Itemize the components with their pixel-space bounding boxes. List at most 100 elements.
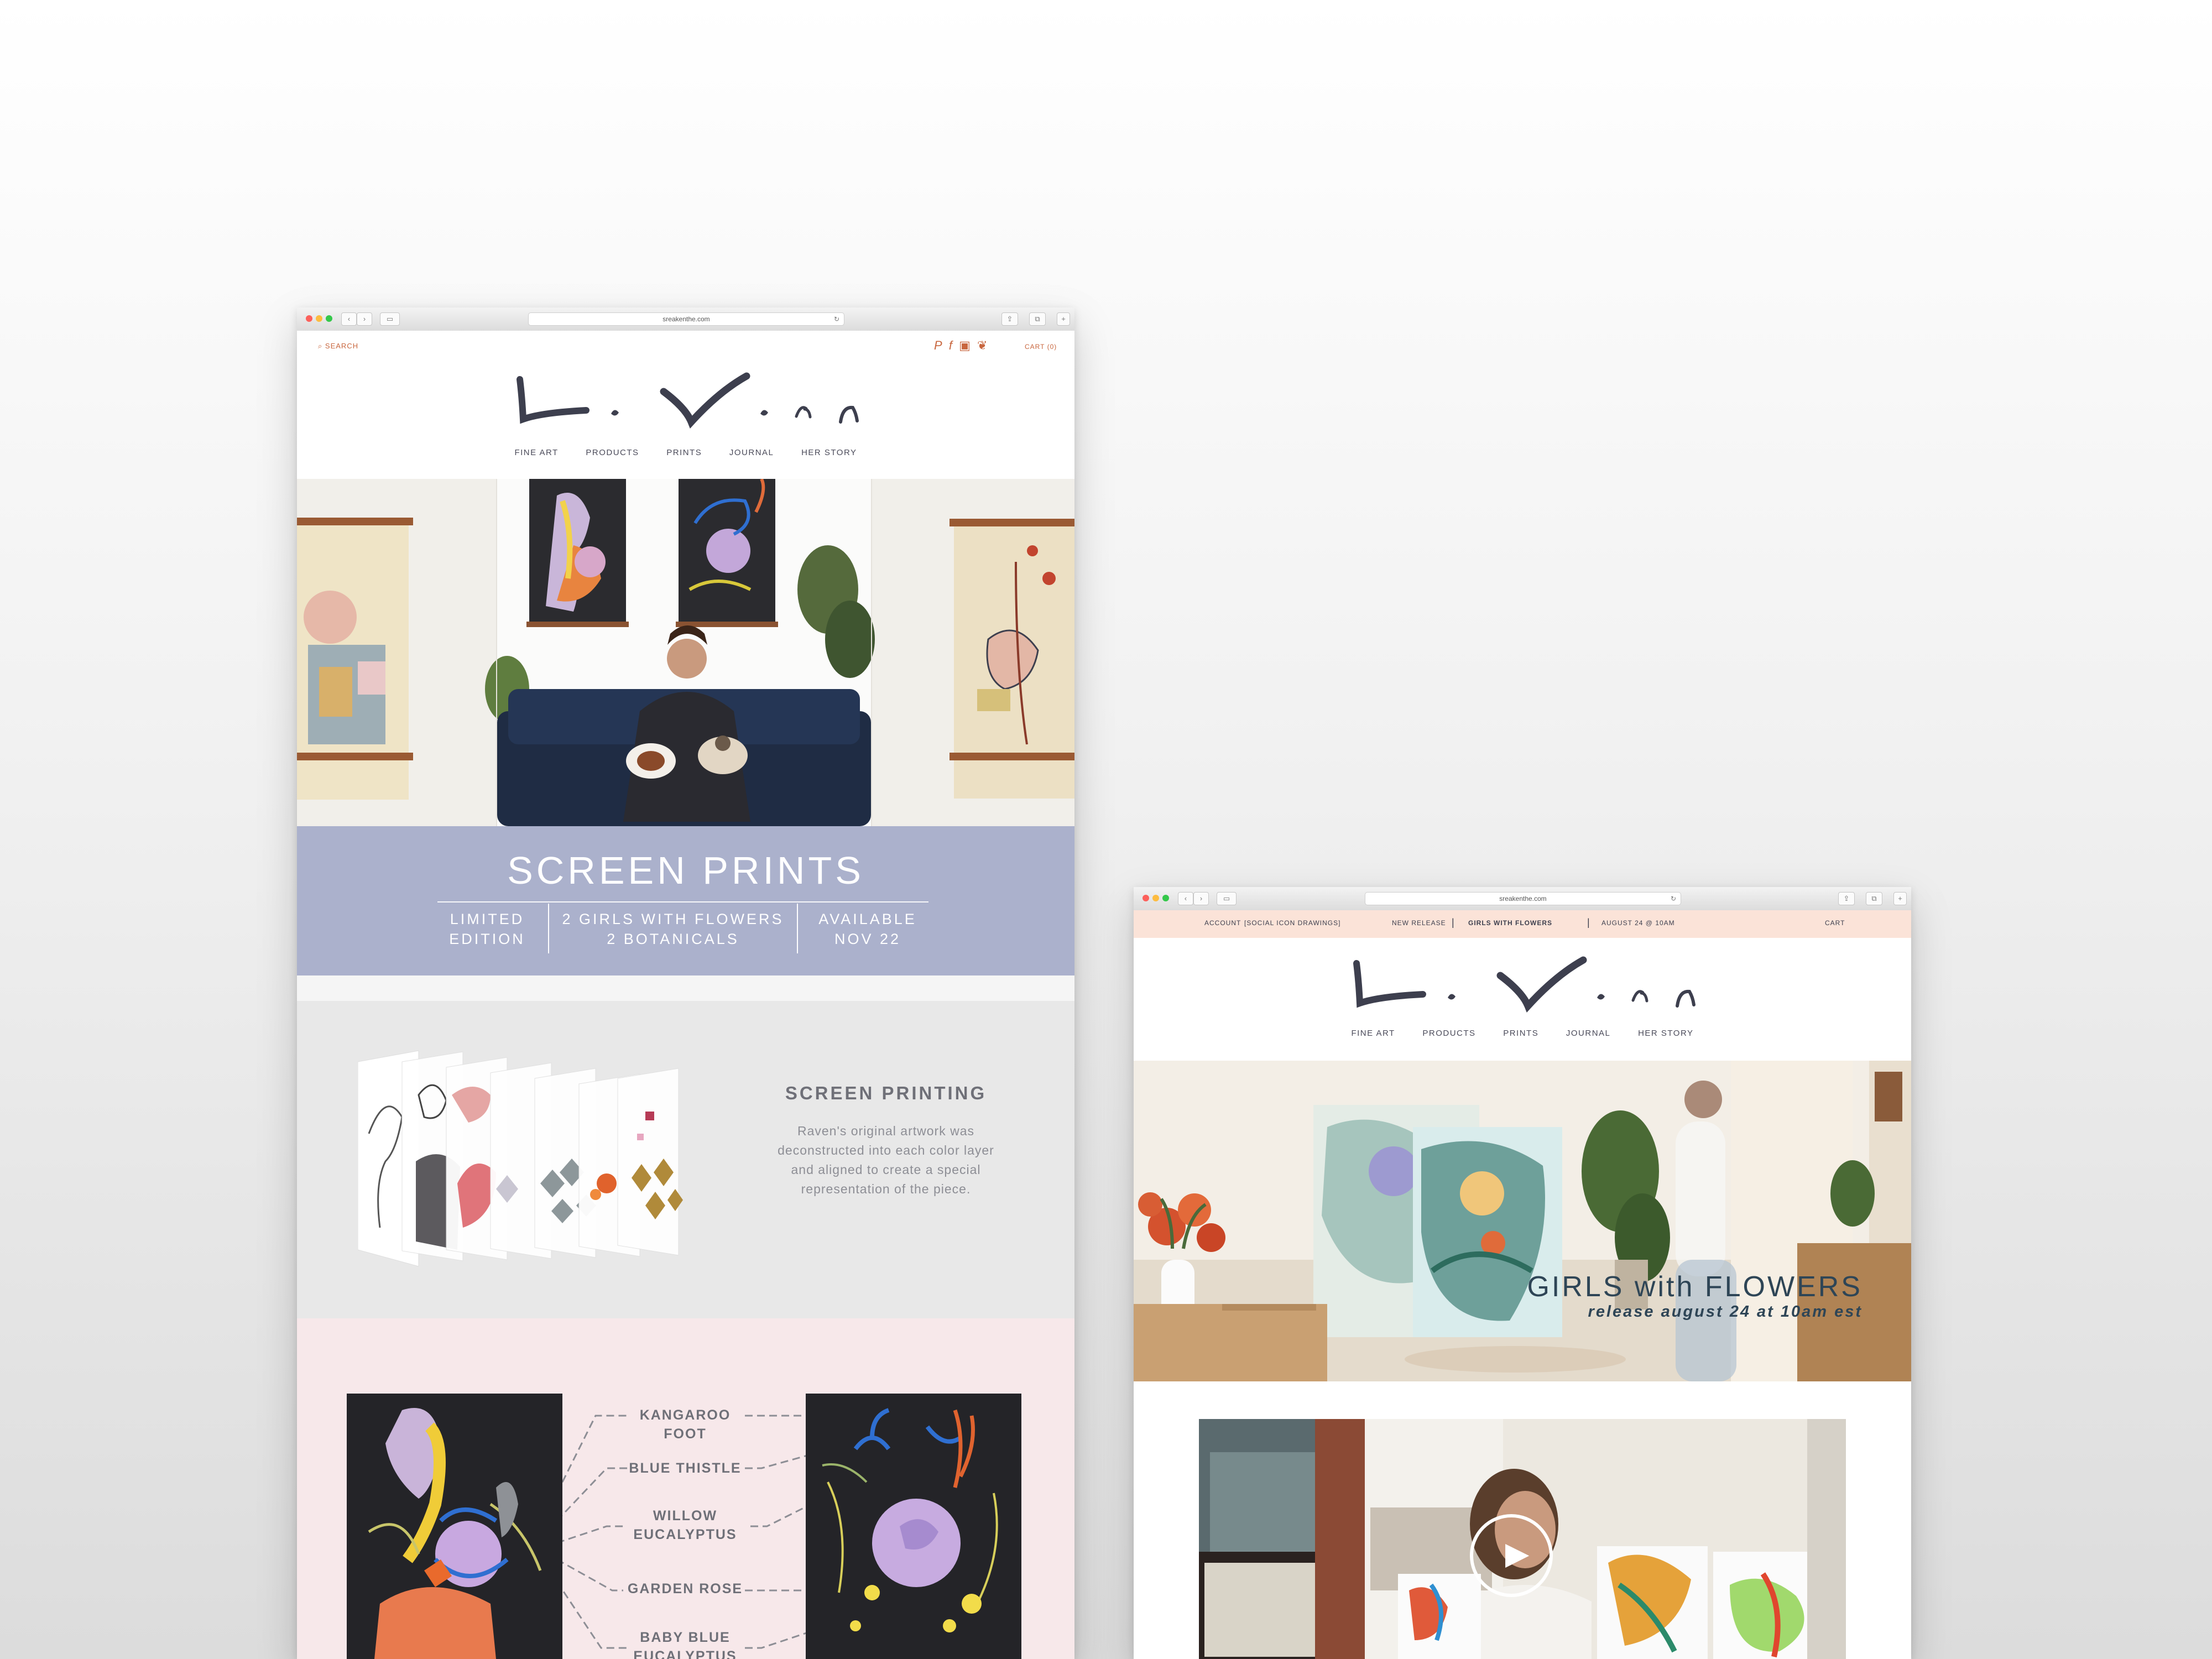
address-bar[interactable]: sreakenthe.com ↻	[1365, 892, 1681, 905]
sidebar-icon[interactable]: ▭	[1217, 892, 1237, 905]
screen-printing-section: SCREEN PRINTING Raven's original artwork…	[297, 1001, 1074, 1326]
browser-window-main: ‹ › ▭ sreakenthe.com ↻ ⇪ ⧉ + ⌕ SEARCH P f…	[297, 307, 1074, 1659]
zoom-window-button[interactable]	[326, 315, 332, 322]
cart-link[interactable]: CART	[1825, 919, 1845, 927]
girl-print-artwork	[347, 1394, 562, 1659]
process-line: deconstructed into each color layer	[778, 1143, 994, 1157]
account-link[interactable]: ACCOUNT	[1204, 919, 1241, 927]
nav-products[interactable]: PRODUCTS	[586, 448, 639, 457]
search-link[interactable]: ⌕ SEARCH	[318, 342, 358, 351]
nav-journal[interactable]: JOURNAL	[729, 448, 774, 457]
color-layers-illustration	[358, 1050, 683, 1267]
minimize-window-button[interactable]	[316, 315, 322, 322]
banner-collection: 2 GIRLS WITH FLOWERS 2 BOTANICALS	[551, 909, 795, 949]
url-text: sreakenthe.com	[1499, 895, 1547, 902]
banner-availability: AVAILABLE NOV 22	[801, 909, 934, 949]
forward-icon[interactable]: ›	[1193, 892, 1209, 905]
nav-her-story[interactable]: HER STORY	[801, 448, 857, 457]
botanical-print-artwork	[806, 1394, 1021, 1659]
share-icon[interactable]: ⇪	[1838, 892, 1855, 905]
callout-baby-blue-eucalyptus: BABY BLUE EUCALYPTUS	[633, 1630, 737, 1659]
process-line: Raven's original artwork was	[797, 1124, 974, 1138]
process-heading: SCREEN PRINTING	[785, 1083, 987, 1103]
forward-icon[interactable]: ›	[357, 312, 372, 326]
close-window-button[interactable]	[1142, 895, 1149, 901]
callout-blue-thistle: BLUE THISTLE	[629, 1460, 742, 1476]
reload-icon[interactable]: ↻	[1671, 893, 1676, 905]
banner-separator	[548, 904, 549, 953]
banner-title: SCREEN PRINTS	[507, 849, 864, 892]
release-name[interactable]: GIRLS WITH FLOWERS	[1468, 919, 1552, 927]
hero-title: GIRLS with FLOWERS	[1527, 1271, 1863, 1303]
new-tab-icon[interactable]: +	[1057, 312, 1070, 326]
play-button[interactable]: ►	[1470, 1514, 1553, 1597]
reload-icon[interactable]: ↻	[834, 313, 839, 325]
nav-her-story[interactable]: HER STORY	[1638, 1029, 1693, 1038]
video-player[interactable]: ►	[1199, 1419, 1846, 1659]
back-icon[interactable]: ‹	[341, 312, 357, 326]
raven-logo[interactable]	[509, 369, 863, 430]
hero-subtitle: release august 24 at 10am est	[1588, 1303, 1863, 1321]
new-tab-icon[interactable]: +	[1893, 892, 1907, 905]
callout-garden-rose: GARDEN ROSE	[627, 1581, 743, 1597]
tabs-icon[interactable]: ⧉	[1029, 312, 1046, 326]
tabs-icon[interactable]: ⧉	[1866, 892, 1882, 905]
instagram-icon[interactable]: ▣	[959, 338, 971, 352]
banner-limited-edition: LIMITED EDITION	[437, 909, 537, 949]
social-icons: P f ▣ ❦	[934, 338, 987, 353]
callout-kangaroo-foot: KANGAROO FOOT	[639, 1407, 731, 1442]
banner-text: 2 BOTANICALS	[607, 931, 739, 947]
nav-prints[interactable]: PRINTS	[1503, 1029, 1538, 1038]
site-header: FINE ART PRODUCTS PRINTS JOURNAL HER STO…	[1134, 938, 1911, 1061]
banner-text: NOV 22	[834, 931, 901, 947]
raven-logo[interactable]	[1345, 953, 1699, 1014]
flower-key-section: KANGAROO FOOT BLUE THISTLE WILLOW EUCALY…	[297, 1318, 1074, 1659]
artist-studio-image	[297, 479, 1074, 826]
video-section: ►	[1134, 1381, 1911, 1659]
cart-link[interactable]: CART (0)	[1025, 343, 1057, 351]
browser-toolbar: ‹ › ▭ sreakenthe.com ↻ ⇪ ⧉ +	[297, 307, 1074, 331]
share-icon[interactable]: ⇪	[1001, 312, 1018, 326]
banner-text: AVAILABLE	[818, 911, 917, 927]
section-spacer	[297, 975, 1074, 1001]
banner-text: 2 GIRLS WITH FLOWERS	[562, 911, 784, 927]
twitter-icon[interactable]: ❦	[977, 338, 987, 352]
process-description: Raven's original artwork was deconstruct…	[756, 1121, 1016, 1199]
nav-products[interactable]: PRODUCTS	[1422, 1029, 1475, 1038]
new-release-label: NEW RELEASE	[1392, 919, 1446, 927]
release-date: AUGUST 24 @ 10AM	[1601, 919, 1675, 927]
process-line: representation of the piece.	[801, 1182, 971, 1196]
facebook-icon[interactable]: f	[949, 338, 952, 352]
address-bar[interactable]: sreakenthe.com ↻	[528, 312, 844, 326]
nav-journal[interactable]: JOURNAL	[1566, 1029, 1611, 1038]
callout-willow-eucalyptus: WILLOW EUCALYPTUS	[633, 1508, 737, 1542]
close-window-button[interactable]	[306, 315, 312, 322]
play-icon: ►	[1498, 1532, 1537, 1576]
banner-divider	[437, 901, 928, 902]
browser-window-secondary: ‹ › ▭ sreakenthe.com ↻ ⇪ ⧉ + ACCOUNT [SOC…	[1134, 887, 1911, 1659]
search-icon: ⌕	[318, 342, 323, 350]
separator: |	[1587, 917, 1590, 928]
social-icons-placeholder: [SOCIAL ICON DRAWINGS]	[1244, 919, 1341, 927]
zoom-window-button[interactable]	[1162, 895, 1169, 901]
main-nav: FINE ART PRODUCTS PRINTS JOURNAL HER STO…	[297, 448, 1074, 457]
screen-prints-banner: SCREEN PRINTS LIMITED EDITION 2 GIRLS WI…	[297, 826, 1074, 975]
url-text: sreakenthe.com	[662, 315, 710, 323]
main-nav: FINE ART PRODUCTS PRINTS JOURNAL HER STO…	[1134, 1029, 1911, 1038]
hero-photo	[297, 479, 1074, 826]
process-line: and aligned to create a special	[791, 1162, 981, 1177]
banner-text: LIMITED	[450, 911, 525, 927]
minimize-window-button[interactable]	[1152, 895, 1159, 901]
site-header: ⌕ SEARCH P f ▣ ❦ CART (0) FINE ART PRODU…	[297, 331, 1074, 479]
nav-fine-art[interactable]: FINE ART	[1351, 1029, 1395, 1038]
back-icon[interactable]: ‹	[1178, 892, 1193, 905]
hero-banner[interactable]: GIRLS with FLOWERS release august 24 at …	[1134, 1061, 1911, 1381]
pinterest-icon[interactable]: P	[934, 338, 942, 352]
studio-hero-image	[1134, 1061, 1911, 1381]
hero-caption: GIRLS with FLOWERS release august 24 at …	[1527, 1271, 1863, 1321]
banner-text: EDITION	[449, 931, 525, 947]
nav-fine-art[interactable]: FINE ART	[514, 448, 558, 457]
sidebar-icon[interactable]: ▭	[380, 312, 400, 326]
nav-prints[interactable]: PRINTS	[666, 448, 702, 457]
search-label: SEARCH	[325, 342, 359, 350]
